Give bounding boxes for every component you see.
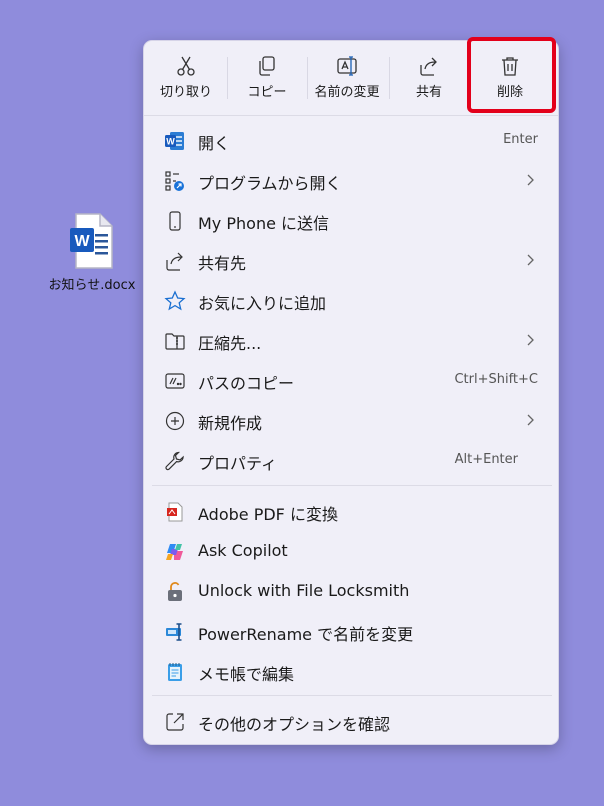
menu-item-open-with[interactable]: プログラムから開く bbox=[148, 161, 554, 199]
copilot-icon bbox=[166, 544, 183, 560]
menu-item-label: プロパティ bbox=[198, 454, 278, 473]
unlock-icon bbox=[168, 582, 182, 601]
shortcut-text: Ctrl+Shift+C bbox=[454, 372, 538, 387]
delete-highlight-box bbox=[467, 37, 556, 113]
copy-icon bbox=[259, 56, 275, 76]
chevron-right-icon bbox=[527, 254, 534, 266]
copy-button[interactable]: コピー bbox=[227, 47, 307, 111]
menu-item-copy-path[interactable]: パスのコピー Ctrl+Shift+C bbox=[148, 361, 554, 399]
menu-item-label: 開く bbox=[198, 134, 231, 153]
phone-icon bbox=[169, 211, 181, 231]
open-with-icon bbox=[165, 171, 184, 191]
menu-item-label: 新規作成 bbox=[198, 414, 263, 433]
menu-item-label: パスのコピー bbox=[198, 374, 295, 393]
menu-item-unlock-locksmith[interactable]: Unlock with File Locksmith bbox=[148, 572, 554, 610]
copy-path-icon bbox=[165, 373, 185, 389]
menu-item-notepad[interactable]: メモ帳で編集 bbox=[148, 652, 554, 690]
rename-icon bbox=[337, 56, 357, 76]
word-icon: W bbox=[165, 132, 184, 150]
menu-item-label: 圧縮先... bbox=[198, 334, 262, 353]
menu-item-label: お気に入りに追加 bbox=[198, 294, 327, 313]
plus-circle-icon bbox=[165, 411, 185, 431]
menu-item-powerrename[interactable]: PowerRename で名前を変更 bbox=[148, 612, 554, 650]
menu-item-label: Unlock with File Locksmith bbox=[198, 581, 410, 600]
menu-item-send-to-phone[interactable]: My Phone に送信 bbox=[148, 201, 554, 239]
shortcut-text: Alt+Enter bbox=[454, 452, 518, 467]
shortcut-text: Enter bbox=[503, 132, 538, 147]
menu-divider bbox=[152, 485, 552, 486]
rename-button[interactable]: 名前の変更 bbox=[307, 47, 387, 111]
chevron-right-icon bbox=[527, 334, 534, 346]
adobe-pdf-icon bbox=[167, 502, 183, 522]
desktop-file-docx[interactable]: W お知らせ.docx bbox=[44, 212, 140, 293]
menu-item-adobe-pdf[interactable]: Adobe PDF に変換 bbox=[148, 492, 554, 530]
context-menu-toolbar: 切り取り コピー 名前の変更 共有 削除 bbox=[144, 37, 558, 116]
open-external-icon bbox=[166, 713, 184, 731]
menu-item-add-favorite[interactable]: お気に入りに追加 bbox=[148, 281, 554, 319]
svg-text:W: W bbox=[74, 233, 90, 250]
cut-button[interactable]: 切り取り bbox=[146, 47, 226, 111]
zip-folder-icon bbox=[165, 333, 185, 350]
svg-text:W: W bbox=[166, 137, 175, 147]
menu-item-label: その他のオプションを確認 bbox=[198, 715, 391, 734]
chevron-right-icon bbox=[527, 174, 534, 186]
menu-item-new[interactable]: 新規作成 bbox=[148, 401, 554, 439]
wrench-icon bbox=[165, 451, 184, 471]
menu-item-label: 共有先 bbox=[198, 254, 247, 273]
desktop-file-label: お知らせ.docx bbox=[48, 278, 136, 293]
star-icon bbox=[164, 290, 186, 311]
menu-item-open[interactable]: W 開く Enter bbox=[148, 121, 554, 159]
menu-item-label: Ask Copilot bbox=[198, 541, 288, 560]
menu-item-compress[interactable]: 圧縮先... bbox=[148, 321, 554, 359]
cut-label: 切り取り bbox=[159, 85, 212, 100]
powerrename-icon bbox=[166, 623, 182, 641]
copy-label: コピー bbox=[247, 85, 287, 100]
word-document-icon: W bbox=[68, 212, 116, 270]
chevron-right-icon bbox=[527, 414, 534, 426]
menu-item-label: PowerRename で名前を変更 bbox=[198, 625, 414, 644]
rename-label: 名前の変更 bbox=[314, 85, 380, 100]
notepad-icon bbox=[168, 663, 182, 681]
menu-item-label: メモ帳で編集 bbox=[198, 665, 295, 684]
menu-item-more-options[interactable]: その他のオプションを確認 bbox=[148, 702, 554, 740]
context-menu: 切り取り コピー 名前の変更 共有 削除 W 開く Enter プログラムから開… bbox=[143, 37, 559, 745]
menu-item-properties[interactable]: プロパティ Alt+Enter bbox=[148, 441, 554, 479]
share-icon bbox=[166, 252, 183, 271]
menu-item-ask-copilot[interactable]: Ask Copilot bbox=[148, 532, 554, 570]
scissors-icon bbox=[177, 56, 195, 76]
menu-item-label: プログラムから開く bbox=[198, 174, 342, 193]
menu-divider bbox=[152, 695, 552, 696]
share-label: 共有 bbox=[415, 85, 442, 100]
share-icon bbox=[420, 57, 437, 76]
menu-item-share-to[interactable]: 共有先 bbox=[148, 241, 554, 279]
share-button[interactable]: 共有 bbox=[389, 47, 469, 111]
menu-item-label: My Phone に送信 bbox=[198, 214, 330, 233]
menu-item-label: Adobe PDF に変換 bbox=[198, 505, 338, 524]
